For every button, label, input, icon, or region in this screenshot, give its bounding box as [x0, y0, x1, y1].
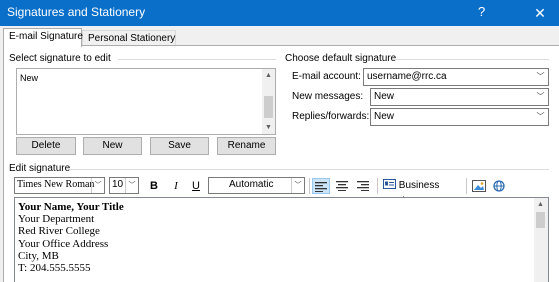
- font-size-value: 10: [112, 179, 124, 190]
- new-messages-value: New: [374, 91, 395, 102]
- email-account-value: username@rrc.ca: [367, 71, 447, 82]
- business-card-icon: [383, 179, 396, 189]
- new-messages-select[interactable]: New ﹀: [370, 88, 549, 106]
- font-color-value: Automatic: [229, 179, 274, 190]
- font-select[interactable]: Times New Roman ﹀: [14, 177, 105, 194]
- delete-button[interactable]: Delete: [16, 137, 76, 155]
- signature-list-scrollbar[interactable]: ▲ ▼: [262, 69, 275, 134]
- signature-line: Your Name, Your Title: [18, 201, 124, 213]
- replies-forwards-label: Replies/forwards:: [292, 111, 370, 122]
- new-messages-label: New messages:: [292, 91, 364, 102]
- scroll-thumb[interactable]: [264, 96, 273, 118]
- delete-label: Delete: [31, 140, 61, 151]
- email-account-label: E-mail account:: [292, 71, 361, 82]
- align-right-icon: [357, 181, 369, 191]
- toolbar-separator: [466, 178, 467, 194]
- editor-scrollbar[interactable]: ▲: [534, 198, 548, 282]
- signature-line: Your Office Address: [18, 237, 109, 250]
- new-label: New: [102, 140, 123, 151]
- tab-label: Personal Stationery: [88, 33, 176, 44]
- title-bar: Signatures and Stationery ? ✕: [0, 0, 559, 26]
- chevron-down-icon[interactable]: ﹀: [291, 178, 304, 193]
- edit-signature-label: Edit signature: [9, 163, 71, 174]
- italic-button[interactable]: I: [168, 178, 184, 194]
- toolbar-separator: [309, 178, 310, 194]
- signature-line: City, MB: [18, 249, 59, 262]
- align-center-icon: [336, 181, 348, 191]
- picture-icon: [472, 180, 486, 192]
- window-title: Signatures and Stationery: [7, 5, 146, 19]
- chevron-down-icon[interactable]: ﹀: [91, 178, 104, 193]
- insert-hyperlink-button[interactable]: [491, 178, 507, 194]
- tab-label: E-mail Signature: [9, 31, 83, 42]
- close-button[interactable]: ✕: [522, 1, 558, 25]
- signature-line: T: 204.555.5555: [18, 262, 91, 275]
- select-signature-label: Select signature to edit: [9, 53, 111, 64]
- group-divider: [70, 169, 549, 170]
- hyperlink-icon: [493, 180, 505, 192]
- font-color-select[interactable]: Automatic ﹀: [208, 177, 305, 194]
- signature-editor[interactable]: Your Name, Your Title Your Department Re…: [14, 197, 549, 282]
- font-size-select[interactable]: 10 ﹀: [109, 177, 139, 194]
- save-label: Save: [168, 140, 191, 151]
- group-divider: [393, 59, 549, 60]
- signature-line: Red River College: [18, 225, 100, 238]
- chevron-down-icon[interactable]: ﹀: [533, 89, 548, 105]
- business-card-button[interactable]: Business Card: [383, 178, 463, 207]
- signature-line: Your Department: [18, 213, 95, 226]
- scroll-up-icon[interactable]: ▲: [534, 198, 547, 211]
- underline-button[interactable]: U: [188, 178, 204, 194]
- tab-strip: E-mail Signature Personal Stationery: [0, 26, 559, 47]
- align-right-button[interactable]: [354, 178, 372, 194]
- help-button[interactable]: ?: [478, 4, 485, 19]
- insert-picture-button[interactable]: [471, 178, 487, 194]
- toolbar-separator: [377, 178, 378, 194]
- align-left-icon: [315, 182, 327, 192]
- group-divider: [118, 59, 276, 60]
- align-left-button[interactable]: [312, 178, 330, 194]
- save-button[interactable]: Save: [150, 137, 209, 155]
- tab-email-signature[interactable]: E-mail Signature: [3, 28, 83, 47]
- default-signature-label: Choose default signature: [285, 53, 397, 64]
- align-center-button[interactable]: [333, 178, 351, 194]
- signature-list[interactable]: New ▲ ▼: [16, 68, 276, 135]
- rename-button[interactable]: Rename: [217, 137, 276, 155]
- bold-button[interactable]: B: [146, 178, 162, 194]
- chevron-down-icon[interactable]: ﹀: [125, 178, 138, 193]
- signature-text[interactable]: Your Name, Your Title Your Department Re…: [18, 201, 124, 274]
- rename-label: Rename: [227, 140, 266, 151]
- email-account-select[interactable]: username@rrc.ca ﹀: [363, 68, 549, 86]
- replies-forwards-select[interactable]: New ﹀: [370, 108, 549, 126]
- new-button[interactable]: New: [83, 137, 142, 155]
- font-value: Times New Roman: [17, 179, 95, 190]
- scroll-thumb[interactable]: [536, 212, 545, 228]
- replies-forwards-value: New: [374, 111, 395, 122]
- scroll-down-icon[interactable]: ▼: [262, 121, 275, 134]
- signature-list-item[interactable]: New: [20, 73, 38, 83]
- scroll-up-icon[interactable]: ▲: [262, 69, 275, 82]
- chevron-down-icon[interactable]: ﹀: [533, 109, 548, 125]
- chevron-down-icon[interactable]: ﹀: [533, 69, 548, 85]
